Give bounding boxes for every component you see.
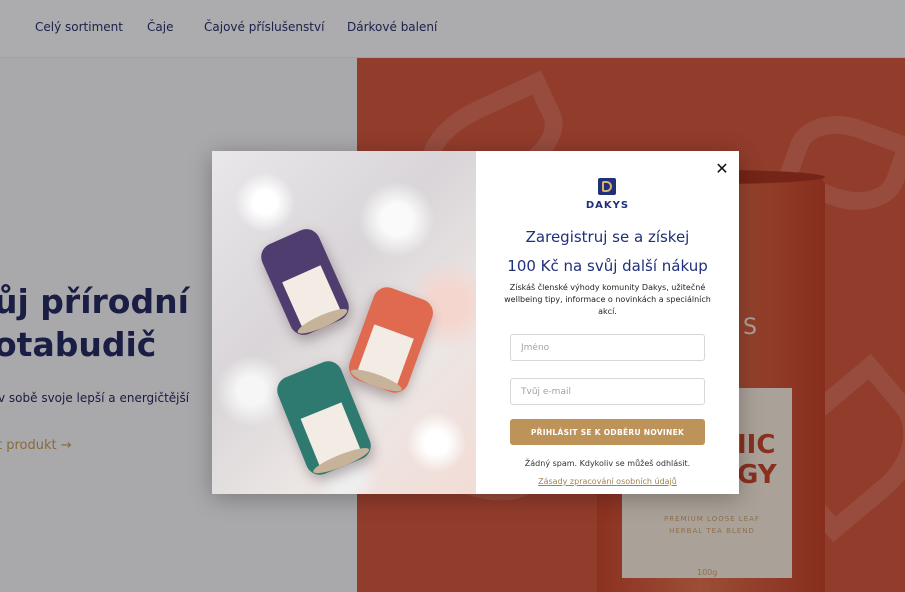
subscribe-button[interactable]: PŘIHLÁSIT SE K ODBĚRU NOVINEK bbox=[510, 419, 705, 445]
name-field[interactable] bbox=[510, 334, 705, 361]
dakys-logo-text: DAKYS bbox=[585, 200, 630, 211]
dakys-logo-icon bbox=[598, 178, 616, 195]
newsletter-popup: ✕ DAKYS Zaregistruj se a získej 100 Kč n… bbox=[212, 151, 739, 494]
tin-orange bbox=[345, 283, 437, 397]
tin-purple bbox=[256, 224, 354, 340]
signup-form: ✕ DAKYS Zaregistruj se a získej 100 Kč n… bbox=[476, 151, 739, 494]
email-field[interactable] bbox=[510, 378, 705, 405]
popup-description: Získáš členské výhody komunity Dakys, už… bbox=[504, 283, 711, 316]
privacy-policy-link[interactable]: Zásady zpracování osobních údajů bbox=[476, 477, 739, 486]
popup-headline-line2: 100 Kč na svůj další nákup bbox=[507, 257, 708, 275]
close-icon[interactable]: ✕ bbox=[714, 160, 730, 178]
tea-tins-photo bbox=[212, 151, 476, 494]
popup-headline-line1: Zaregistruj se a získej bbox=[525, 228, 690, 246]
no-spam-note: Žádný spam. Kdykoliv se můžeš odhlásit. bbox=[524, 459, 691, 468]
